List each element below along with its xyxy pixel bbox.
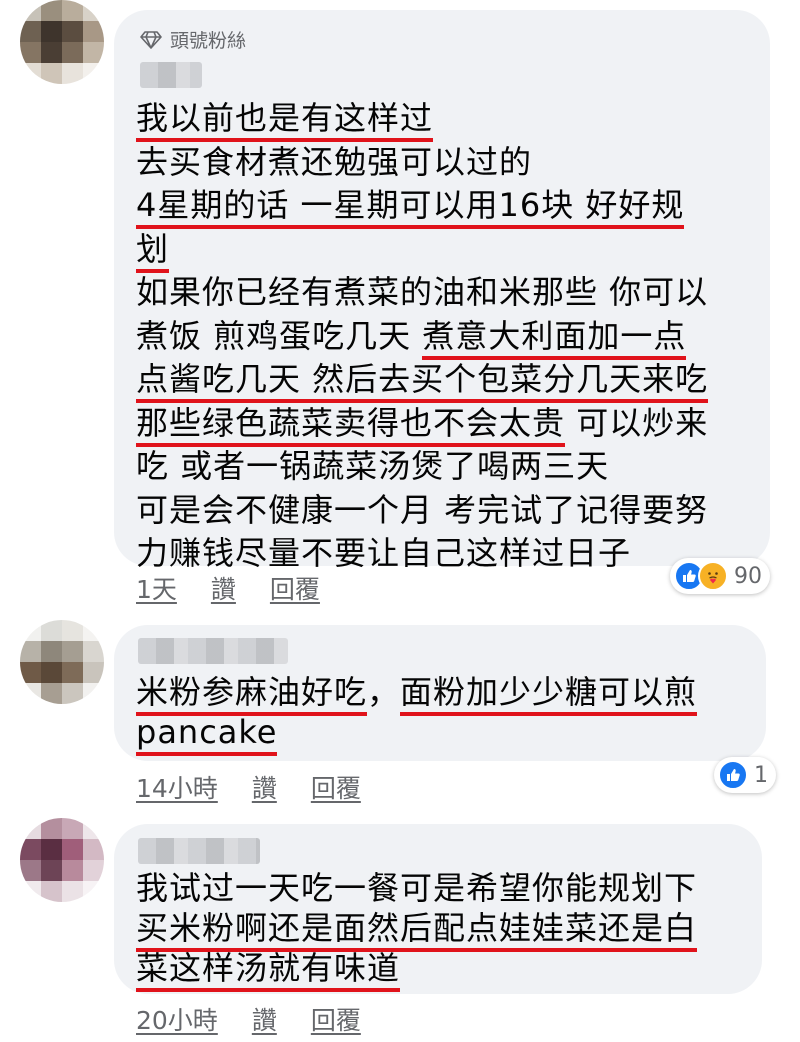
underlined-text: 点酱吃几天 然后去买个包菜分几天来吃 bbox=[136, 360, 709, 403]
author-name[interactable] bbox=[138, 638, 288, 664]
top-fan-badge: 頭號粉絲 bbox=[140, 26, 246, 53]
comment-text-line: 如果你已经有煮菜的油和米那些 你可以 bbox=[136, 272, 708, 312]
reply-button[interactable]: 回覆 bbox=[311, 1001, 361, 1037]
comment-text: ， bbox=[367, 673, 401, 711]
avatar[interactable] bbox=[20, 0, 104, 84]
like-reaction-icon bbox=[718, 760, 748, 790]
like-button[interactable]: 讚 bbox=[252, 769, 277, 805]
comment-text-line: 我试过一天吃一餐可是希望你能规划下 bbox=[136, 868, 697, 908]
underlined-text: 4星期的话 一星期可以用16块 好好规 bbox=[136, 186, 685, 229]
underlined-text: pancake bbox=[136, 713, 278, 756]
timestamp[interactable]: 1天 bbox=[136, 570, 177, 606]
comment-text: 吃 或者一锅蔬菜汤煲了喝两三天 bbox=[136, 447, 610, 485]
comment-actions: 14小時 讚 回覆 bbox=[136, 769, 361, 805]
underlined-text: 划 bbox=[136, 229, 170, 273]
comment-text: 去买食材煮还勉强可以过的 bbox=[136, 142, 533, 181]
underlined-text: 买米粉啊还是面然后配点娃娃菜还是白 bbox=[136, 909, 698, 952]
comment-text-line: 菜这样汤就有味道 bbox=[136, 948, 401, 992]
underlined-text: 我以前也是有这样过 bbox=[136, 99, 434, 142]
underlined-text: 面粉加少少糖可以煎 bbox=[400, 673, 698, 716]
comment-text-line: 去买食材煮还勉强可以过的 bbox=[136, 142, 532, 182]
comment-text: 我试过一天吃一餐可是希望你能规划下 bbox=[136, 869, 698, 907]
comment-text-line: 我以前也是有这样过 bbox=[136, 98, 434, 142]
comment-text-line: pancake bbox=[136, 712, 278, 756]
comment-text: 可以炒来 bbox=[565, 403, 709, 442]
comment-actions: 20小時 讚 回覆 bbox=[136, 1001, 361, 1037]
comment-text-line: 划 bbox=[136, 229, 170, 273]
author-name[interactable] bbox=[140, 62, 202, 88]
reaction-summary[interactable]: 90 bbox=[670, 558, 770, 594]
reaction-summary[interactable]: 1 bbox=[714, 757, 776, 793]
underlined-text: 煮意大利面加一点 bbox=[422, 316, 687, 360]
comment-text-line: 那些绿色蔬菜卖得也不会太贵 可以炒来 bbox=[136, 403, 709, 447]
comment-text-line: 可是会不健康一个月 考完试了记得要努 bbox=[136, 490, 708, 530]
comment-text: 可是会不健康一个月 考完试了记得要努 bbox=[136, 490, 709, 529]
badge-label: 頭號粉絲 bbox=[170, 30, 247, 52]
comment-text-line: 力赚钱尽量不要让自己这样过日子 bbox=[136, 533, 631, 573]
underlined-text: 那些绿色蔬菜卖得也不会太贵 bbox=[136, 403, 566, 447]
reaction-count: 1 bbox=[754, 762, 768, 788]
reply-button[interactable]: 回覆 bbox=[311, 769, 361, 805]
timestamp[interactable]: 14小時 bbox=[136, 769, 218, 805]
comment-text-line: 吃 或者一锅蔬菜汤煲了喝两三天 bbox=[136, 446, 609, 486]
avatar[interactable] bbox=[20, 818, 104, 902]
comment-text-line: 4星期的话 一星期可以用16块 好好规 bbox=[136, 185, 685, 229]
care-reaction-icon bbox=[698, 561, 728, 591]
comment-text: 如果你已经有煮菜的油和米那些 你可以 bbox=[136, 273, 709, 311]
underlined-text: 菜这样汤就有味道 bbox=[136, 949, 401, 992]
comment-text: 煮饭 煎鸡蛋吃几天 bbox=[136, 316, 423, 355]
author-name[interactable] bbox=[138, 838, 260, 864]
timestamp[interactable]: 20小時 bbox=[136, 1001, 218, 1037]
comment-text-line: 煮饭 煎鸡蛋吃几天 煮意大利面加一点 bbox=[136, 316, 687, 360]
reaction-count: 90 bbox=[734, 563, 762, 589]
comment-text: 力赚钱尽量不要让自己这样过日子 bbox=[136, 534, 632, 572]
diamond-icon bbox=[140, 30, 162, 49]
comment-text-line: 点酱吃几天 然后去买个包菜分几天来吃 bbox=[136, 359, 709, 403]
like-button[interactable]: 讚 bbox=[252, 1001, 277, 1037]
underlined-text: 米粉参麻油好吃 bbox=[136, 673, 368, 716]
comment-actions: 1天 讚 回覆 bbox=[136, 570, 320, 606]
reply-button[interactable]: 回覆 bbox=[270, 570, 320, 606]
comment-text-line: 米粉参麻油好吃，面粉加少少糖可以煎 bbox=[136, 672, 698, 716]
avatar[interactable] bbox=[20, 620, 104, 704]
comment-text-line: 买米粉啊还是面然后配点娃娃菜还是白 bbox=[136, 908, 698, 952]
like-button[interactable]: 讚 bbox=[211, 570, 236, 606]
